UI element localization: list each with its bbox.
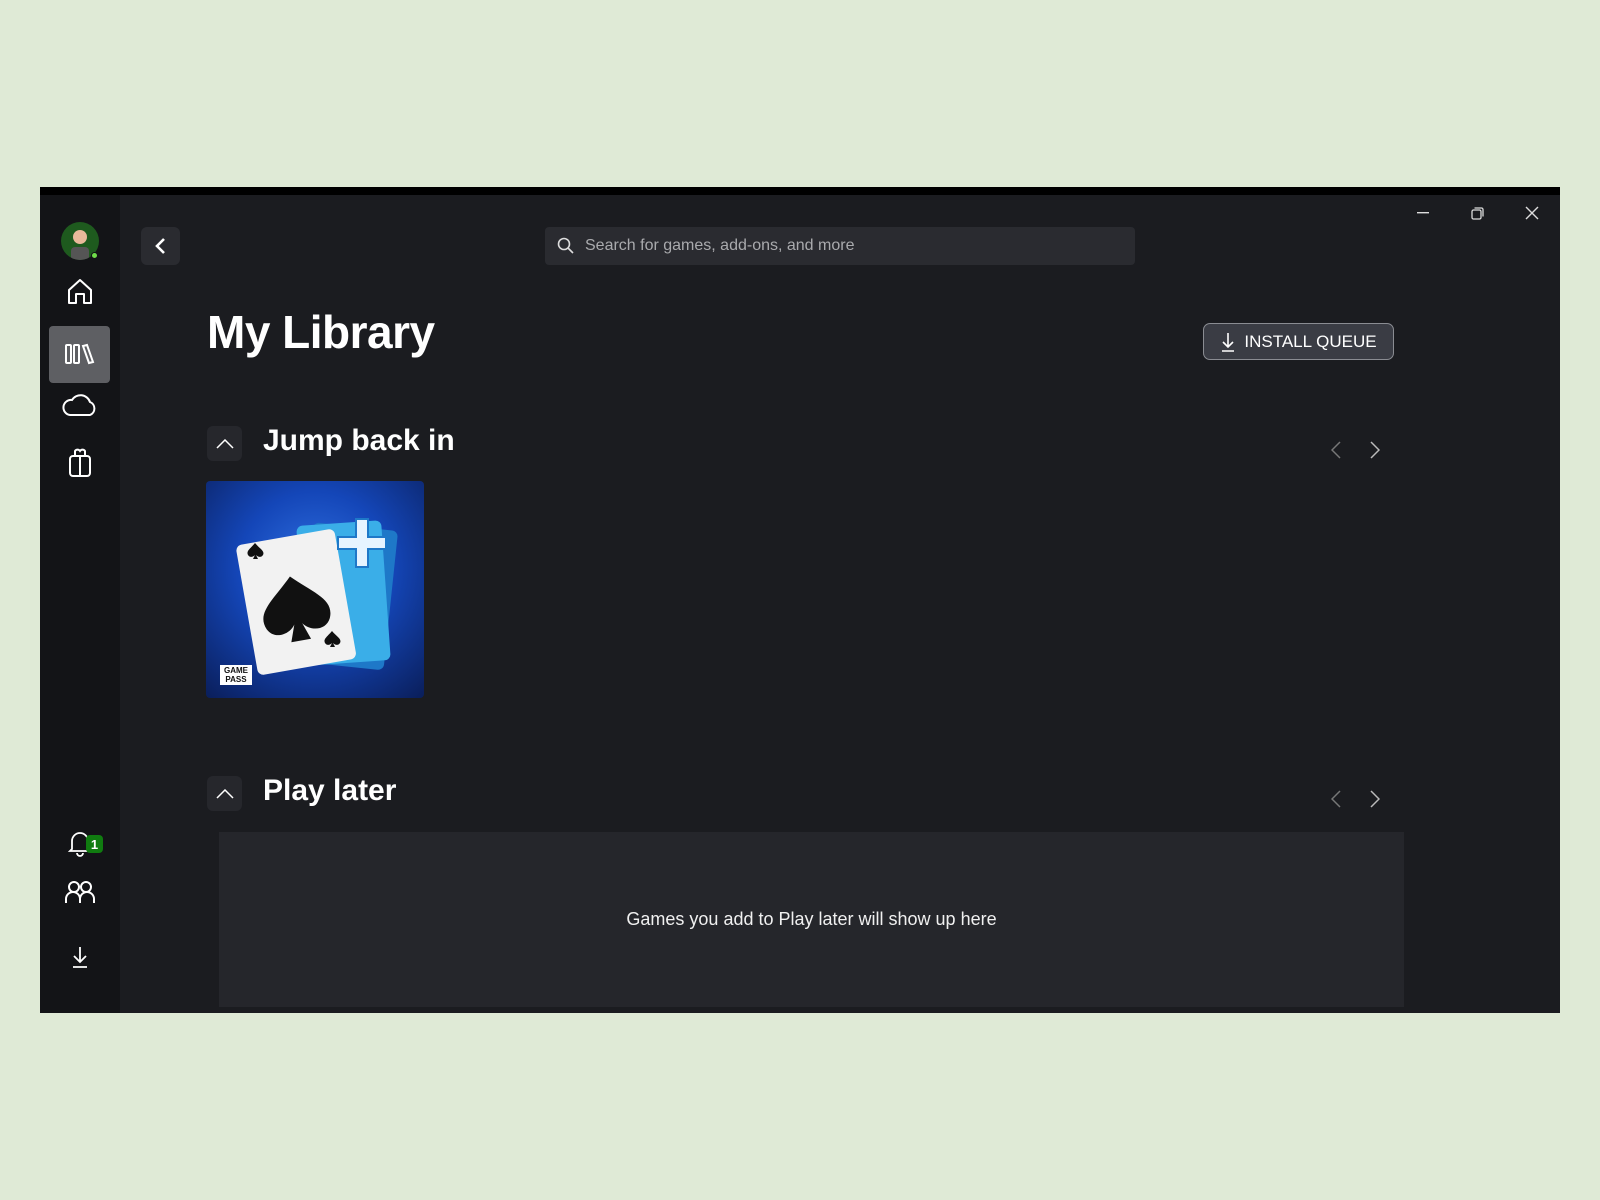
app-window: 1 My Library INSTALL QUEUE Jump back in <box>40 187 1560 1013</box>
chevron-left-icon <box>154 238 165 254</box>
minimize-button[interactable] <box>1408 201 1438 225</box>
jump-back-in-prev-button[interactable] <box>1324 438 1348 462</box>
install-queue-button[interactable]: INSTALL QUEUE <box>1203 323 1394 360</box>
library-icon <box>65 343 95 365</box>
sidebar-item-downloads[interactable] <box>60 937 100 977</box>
sidebar-item-friends[interactable] <box>60 872 100 912</box>
search-bar[interactable] <box>545 227 1135 265</box>
install-queue-label: INSTALL QUEUE <box>1244 331 1377 351</box>
download-icon <box>1222 332 1235 352</box>
notification-badge: 1 <box>86 835 103 853</box>
online-status-dot <box>91 252 98 259</box>
page-title: My Library <box>207 306 435 358</box>
chevron-right-icon <box>1370 790 1380 808</box>
title-bar-strip <box>40 187 1560 195</box>
library-icon-wrap <box>60 334 100 374</box>
restore-button[interactable] <box>1462 201 1492 225</box>
people-icon <box>65 881 95 903</box>
cloud-icon <box>62 394 96 416</box>
sidebar-item-cloud-gaming[interactable] <box>60 385 100 425</box>
game-pass-badge: GAME PASS <box>220 666 252 684</box>
gift-icon <box>69 448 91 477</box>
close-button[interactable] <box>1517 201 1547 225</box>
play-later-next-button[interactable] <box>1363 787 1387 811</box>
sidebar-item-home[interactable] <box>60 271 100 311</box>
search-input[interactable] <box>585 237 1105 255</box>
play-later-prev-button[interactable] <box>1324 787 1348 811</box>
play-later-empty-state: Games you add to Play later will show up… <box>219 832 1404 1007</box>
game-tile-solitaire[interactable]: GAME PASS <box>206 481 424 698</box>
section-title-play-later: Play later <box>263 774 397 807</box>
download-icon <box>73 947 87 968</box>
collapse-play-later-button[interactable] <box>207 776 242 811</box>
minimize-icon <box>1417 212 1429 214</box>
chevron-left-icon <box>1331 790 1341 808</box>
restore-icon <box>1470 206 1484 220</box>
empty-state-text: Games you add to Play later will show up… <box>626 909 997 929</box>
sidebar: 1 <box>40 195 120 1013</box>
section-title-jump-back-in: Jump back in <box>263 424 455 457</box>
jump-back-in-next-button[interactable] <box>1363 438 1387 462</box>
search-icon <box>557 237 574 254</box>
badge-bottom: PASS <box>225 675 247 684</box>
chevron-up-icon <box>215 438 234 449</box>
chevron-up-icon <box>215 788 234 799</box>
sidebar-item-store[interactable] <box>60 442 100 482</box>
back-button[interactable] <box>141 227 180 265</box>
collapse-jump-back-in-button[interactable] <box>207 426 242 461</box>
chevron-right-icon <box>1370 441 1380 459</box>
home-icon <box>68 279 92 304</box>
close-icon <box>1525 206 1539 220</box>
chevron-left-icon <box>1331 441 1341 459</box>
badge-top: GAME <box>224 666 248 675</box>
